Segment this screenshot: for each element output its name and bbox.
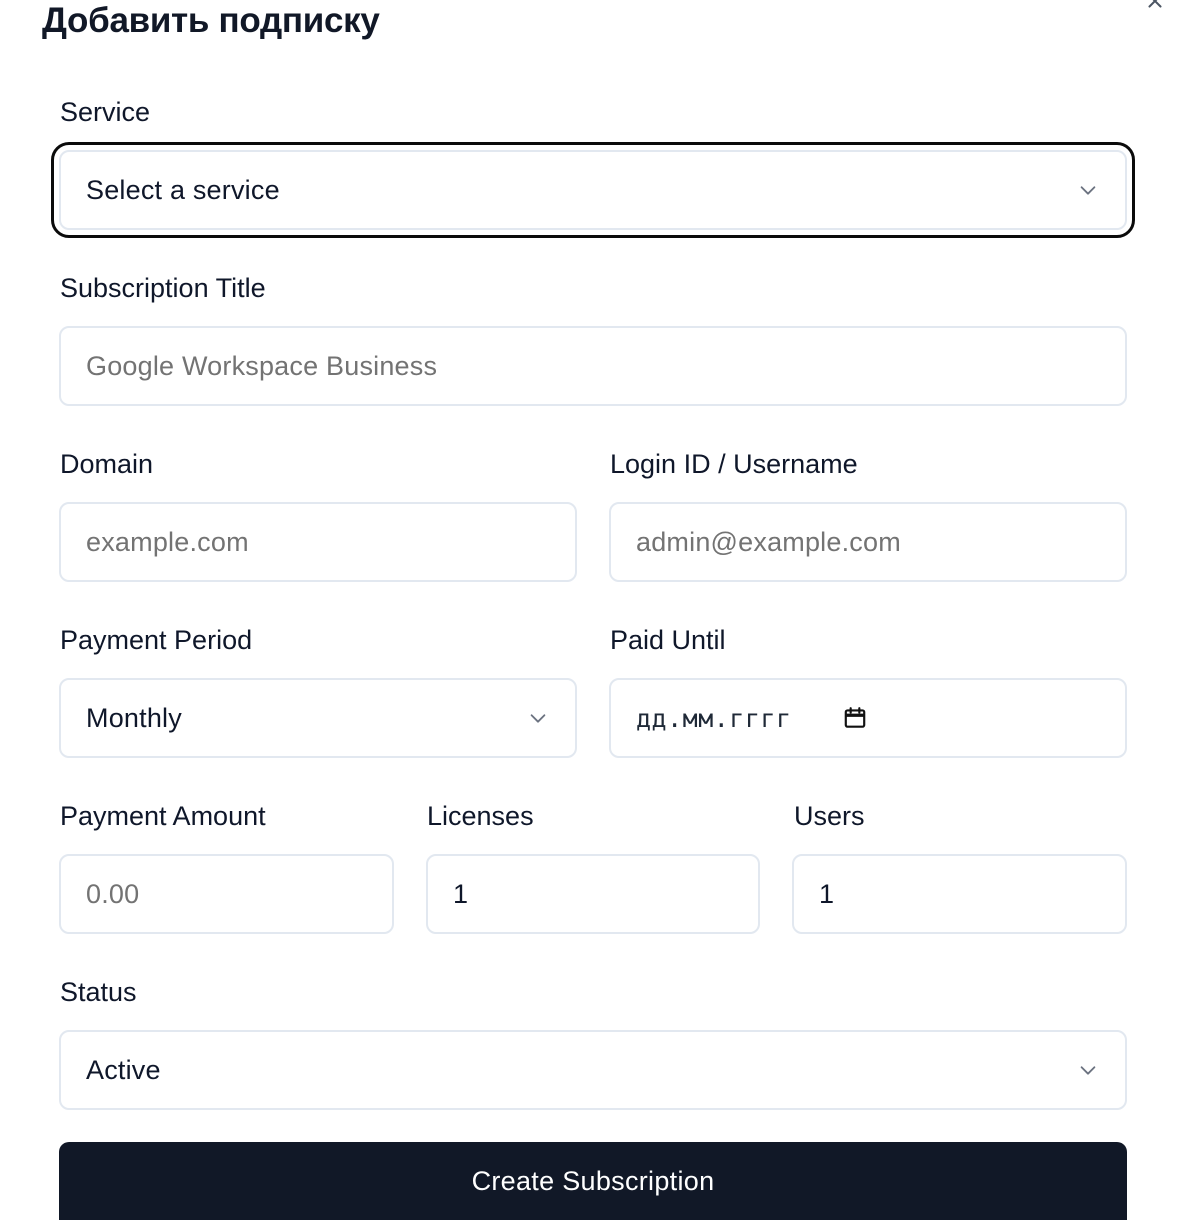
calendar-icon[interactable]: [842, 705, 868, 731]
payment-period-label: Payment Period: [60, 625, 253, 655]
domain-label: Domain: [60, 449, 154, 479]
paid-until-date-placeholder: дд.мм.гггг: [636, 703, 792, 733]
create-subscription-button[interactable]: Create Subscription: [59, 1142, 1127, 1220]
domain-input[interactable]: [86, 526, 549, 558]
login-field-wrapper: [609, 502, 1127, 582]
licenses-label: Licenses: [427, 801, 534, 831]
users-input[interactable]: [819, 878, 1099, 910]
dialog-title: Добавить подписку: [42, 1, 380, 40]
payment-amount-label: Payment Amount: [60, 801, 266, 831]
service-select-value: Select a service: [86, 174, 280, 205]
status-value: Active: [86, 1054, 161, 1085]
service-label: Service: [60, 97, 151, 127]
status-label: Status: [60, 977, 137, 1007]
payment-period-value: Monthly: [86, 702, 182, 733]
paid-until-date-input[interactable]: дд.мм.гггг: [609, 678, 1127, 758]
licenses-input[interactable]: [453, 878, 732, 910]
status-select[interactable]: Active: [59, 1030, 1127, 1110]
close-icon: [1144, 0, 1166, 17]
subscription-title-input[interactable]: [86, 350, 1099, 382]
subscription-title-label: Subscription Title: [60, 273, 266, 303]
login-input[interactable]: [636, 526, 1099, 558]
domain-field-wrapper: [59, 502, 577, 582]
licenses-field-wrapper: [426, 854, 760, 934]
login-label: Login ID / Username: [610, 449, 858, 479]
chevron-down-icon: [527, 707, 549, 729]
users-field-wrapper: [792, 854, 1127, 934]
add-subscription-dialog: Добавить подписку Service Select a servi…: [0, 0, 1190, 1220]
payment-period-select[interactable]: Monthly: [59, 678, 577, 758]
close-button[interactable]: [1142, 0, 1168, 16]
payment-amount-field-wrapper: [59, 854, 394, 934]
chevron-down-icon: [1077, 1059, 1099, 1081]
service-select[interactable]: Select a service: [51, 142, 1135, 238]
paid-until-label: Paid Until: [610, 625, 726, 655]
users-label: Users: [794, 801, 865, 831]
subscription-title-field-wrapper: [59, 326, 1127, 406]
payment-amount-input[interactable]: [86, 878, 366, 910]
chevron-down-icon: [1077, 179, 1099, 201]
